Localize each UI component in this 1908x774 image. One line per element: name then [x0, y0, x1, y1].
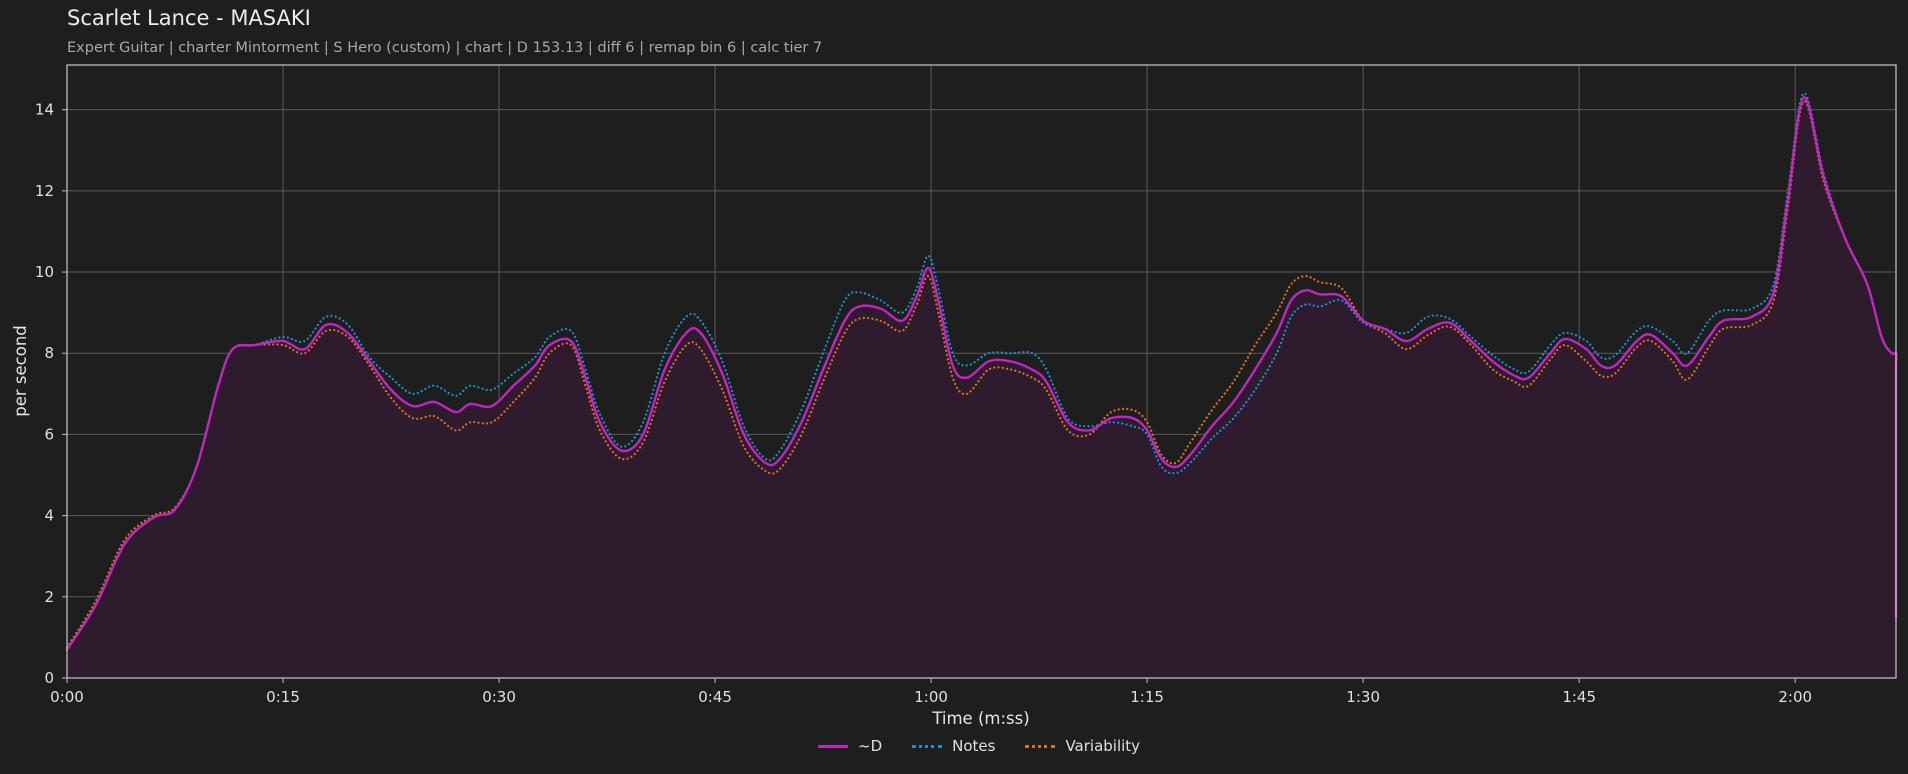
legend-item-variability: Variability — [1025, 737, 1140, 755]
y-tick-label: 10 — [35, 263, 54, 281]
y-tick-label: 14 — [35, 101, 54, 119]
line-chart: 0:00 0:15 0:30 0:45 1:00 1:15 1:30 1:45 2:00 0 2 4… — [11, 64, 1898, 728]
legend: ~D Notes Variability — [818, 737, 1140, 755]
y-tick-label: 6 — [44, 425, 54, 443]
y-axis-ticks: 0 2 4 6 8 10 12 14 — [35, 101, 67, 687]
y-tick-label: 12 — [35, 182, 54, 200]
y-tick-label: 4 — [44, 507, 54, 525]
x-tick-label: 0:00 — [50, 688, 84, 706]
legend-item-d: ~D — [818, 737, 882, 755]
x-tick-label: 0:15 — [266, 688, 300, 706]
x-tick-label: 0:45 — [698, 688, 732, 706]
x-tick-label: 1:45 — [1562, 688, 1596, 706]
area-fill — [67, 97, 1897, 679]
legend-swatch-notes — [912, 744, 943, 748]
area-fill-d — [67, 97, 1897, 679]
x-tick-label: 1:00 — [914, 688, 948, 706]
y-axis-label: per second — [11, 325, 30, 417]
legend-swatch-d — [818, 744, 848, 748]
x-axis-ticks: 0:00 0:15 0:30 0:45 1:00 1:15 1:30 1:45 2:00 — [50, 678, 1812, 706]
x-tick-label: 1:15 — [1130, 688, 1164, 706]
x-tick-label: 1:30 — [1346, 688, 1380, 706]
legend-label-variability: Variability — [1065, 737, 1141, 755]
x-tick-label: 0:30 — [482, 688, 516, 706]
legend-label-d: ~D — [858, 737, 883, 755]
legend-swatch-variability — [1025, 744, 1056, 748]
y-tick-label: 8 — [44, 344, 54, 362]
y-tick-label: 0 — [44, 669, 54, 687]
legend-item-notes: Notes — [912, 737, 995, 755]
legend-label-notes: Notes — [952, 737, 996, 755]
x-tick-label: 2:00 — [1778, 688, 1812, 706]
x-axis-label: Time (m:ss) — [931, 709, 1029, 728]
y-tick-label: 2 — [44, 588, 54, 606]
